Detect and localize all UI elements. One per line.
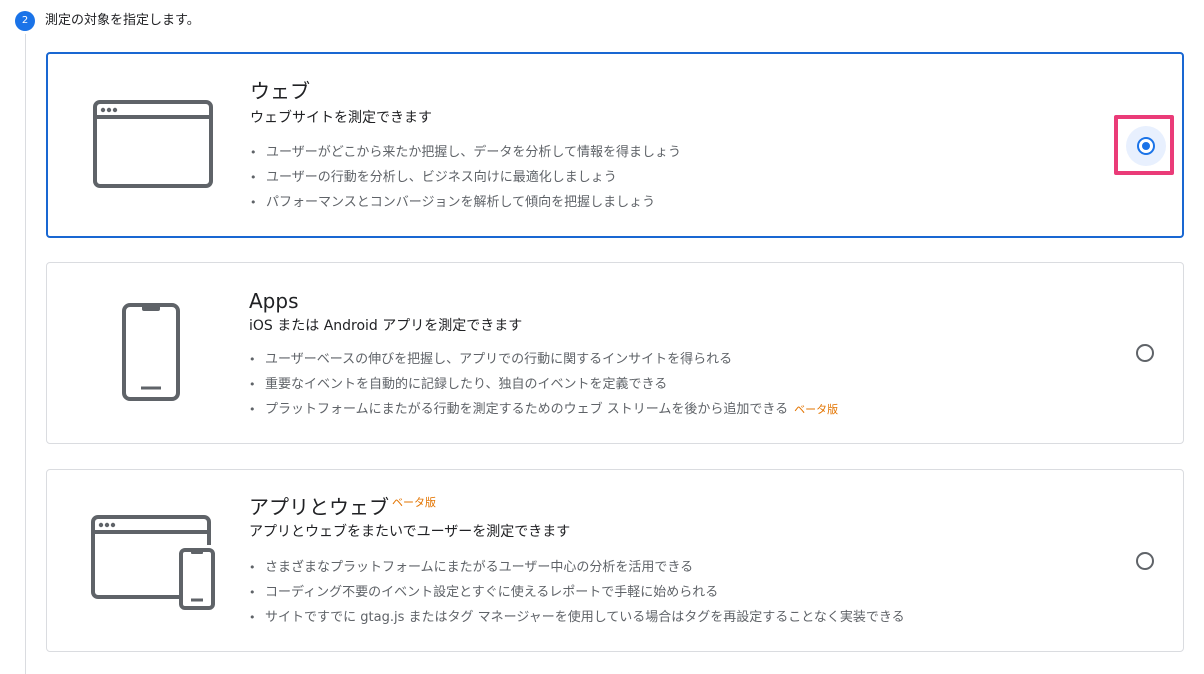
feature-item: サイトですでに gtag.js またはタグ マネージャーを使用している場合はタグ…: [249, 605, 905, 630]
option-card-web[interactable]: ウェブ ウェブサイトを測定できます ユーザーがどこから来たか把握し、データを分析…: [46, 52, 1184, 238]
feature-list: ユーザーベースの伸びを把握し、アプリでの行動に関するインサイトを得られる 重要な…: [249, 347, 838, 422]
feature-item: ユーザーがどこから来たか把握し、データを分析して情報を得ましょう: [250, 140, 681, 165]
radio-apps[interactable]: [1136, 344, 1154, 362]
step-connector-line: [25, 34, 26, 674]
feature-item: コーディング不要のイベント設定とすぐに使えるレポートで手軽に始められる: [249, 580, 905, 605]
feature-item: さまざまなプラットフォームにまたがるユーザー中心の分析を活用できる: [249, 555, 905, 580]
step-title: 測定の対象を指定します。: [45, 13, 200, 28]
beta-badge: ベータ版: [392, 496, 436, 509]
option-title: ウェブ: [250, 79, 310, 103]
option-title-row: アプリとウェブ ベータ版: [249, 494, 436, 524]
option-subtitle: アプリとウェブをまたいでユーザーを測定できます: [249, 524, 571, 540]
step-number-badge: 2: [15, 11, 35, 31]
feature-text: プラットフォームにまたがる行動を測定するためのウェブ ストリームを後から追加でき…: [265, 402, 789, 417]
feature-list: ユーザーがどこから来たか把握し、データを分析して情報を得ましょう ユーザーの行動…: [250, 140, 681, 215]
beta-badge: ベータ版: [794, 403, 839, 416]
option-subtitle: iOS または Android アプリを測定できます: [249, 318, 523, 334]
feature-item: 重要なイベントを自動的に記録したり、独自のイベントを定義できる: [249, 372, 838, 397]
feature-item: ユーザーベースの伸びを把握し、アプリでの行動に関するインサイトを得られる: [249, 347, 838, 372]
feature-item: パフォーマンスとコンバージョンを解析して傾向を把握しましょう: [250, 190, 681, 215]
option-subtitle: ウェブサイトを測定できます: [250, 110, 432, 126]
radio-app-and-web[interactable]: [1136, 552, 1154, 570]
smartphone-icon: [122, 303, 180, 401]
highlight-annotation-box: [1114, 115, 1174, 175]
option-title: アプリとウェブ: [249, 495, 389, 519]
feature-item: プラットフォームにまたがる行動を測定するためのウェブ ストリームを後から追加でき…: [249, 397, 838, 422]
browser-window-icon: [93, 100, 213, 188]
feature-item: ユーザーの行動を分析し、ビジネス向けに最適化しましょう: [250, 165, 681, 190]
browser-and-phone-icon: [91, 515, 215, 610]
option-card-apps[interactable]: Apps iOS または Android アプリを測定できます ユーザーベースの…: [46, 262, 1184, 444]
option-title: Apps: [249, 289, 299, 313]
option-card-app-and-web[interactable]: アプリとウェブベータ版 アプリとウェブをまたいでユーザーを測定できます さまざま…: [46, 469, 1184, 652]
feature-list: さまざまなプラットフォームにまたがるユーザー中心の分析を活用できる コーディング…: [249, 555, 905, 630]
